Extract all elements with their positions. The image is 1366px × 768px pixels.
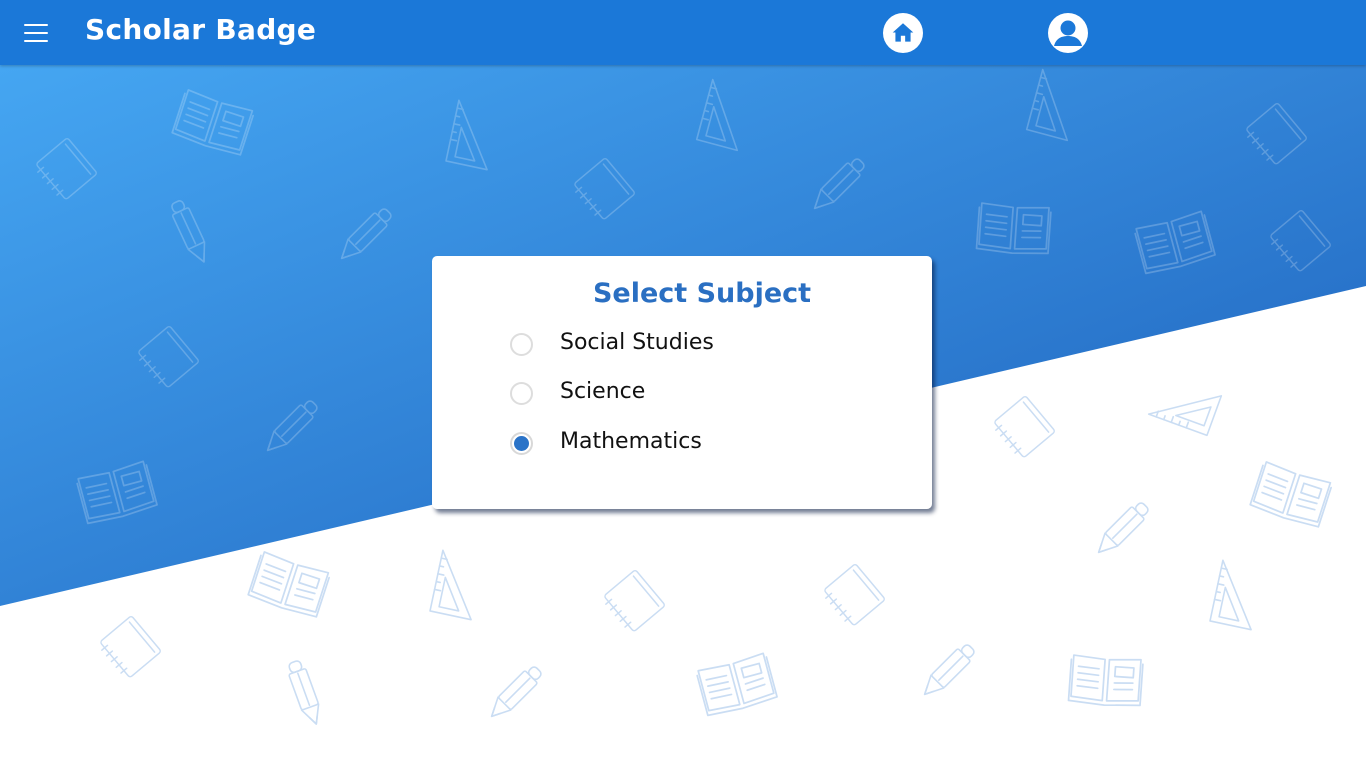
home-icon	[892, 23, 914, 42]
hamburger-line-middle	[24, 32, 48, 34]
radio-button[interactable]	[510, 333, 533, 356]
hamburger-menu-icon	[24, 24, 48, 26]
option-science[interactable]: Science	[510, 379, 840, 413]
user-account-icon	[1054, 20, 1082, 46]
card-title: Select Subject	[592, 278, 812, 309]
hamburger-line-bottom	[24, 40, 48, 42]
profile-button[interactable]	[1048, 13, 1088, 53]
option-label: Science	[560, 379, 646, 404]
radio-button-selected[interactable]	[510, 432, 533, 455]
app-title: Scholar Badge	[85, 13, 317, 46]
radio-button[interactable]	[510, 382, 533, 405]
hamburger-menu-button[interactable]	[22, 20, 50, 46]
home-button[interactable]	[883, 13, 923, 53]
page: Scholar Badge Select Subject Social Stud…	[0, 0, 1366, 768]
option-label: Social Studies	[560, 330, 714, 355]
top-app-bar: Scholar Badge	[0, 0, 1366, 65]
option-label: Mathematics	[560, 429, 702, 454]
option-mathematics[interactable]: Mathematics	[510, 429, 840, 463]
option-social-studies[interactable]: Social Studies	[510, 330, 840, 364]
select-subject-card: Select Subject Social Studies Science Ma…	[432, 256, 932, 509]
